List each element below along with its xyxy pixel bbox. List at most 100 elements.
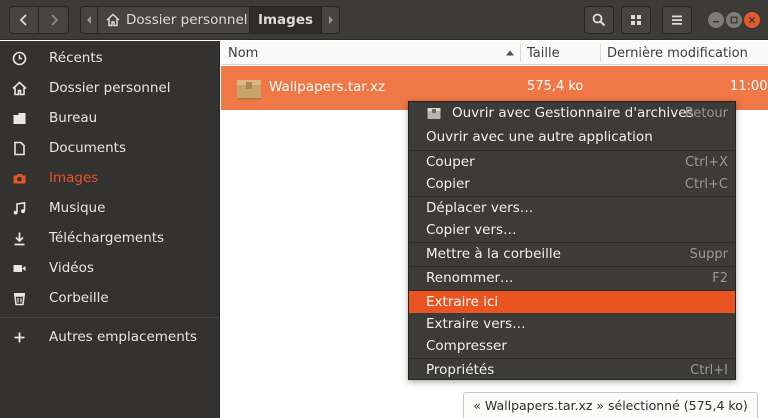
sidebar-item-videos[interactable]: Vidéos (0, 253, 219, 283)
sidebar-item-label: Bureau (49, 110, 98, 126)
menu-item-copy[interactable]: Copier Ctrl+C (409, 173, 735, 195)
sidebar-item-desktop[interactable]: Bureau (0, 103, 219, 133)
menu-item-label: Couper (426, 154, 475, 170)
file-name: Wallpapers.tar.xz (269, 79, 386, 95)
column-size[interactable]: Taille (527, 41, 560, 65)
menu-item-label: Propriétés (426, 362, 495, 378)
menu-item-label: Ouvrir avec Gestionnaire d'archives (452, 105, 694, 121)
close-icon (748, 16, 756, 24)
path-scroll-left-button[interactable] (80, 6, 98, 34)
menu-item-label: Extraire vers… (426, 316, 526, 332)
camera-icon (11, 170, 27, 186)
file-modified: 11:00 (730, 79, 768, 94)
menu-item-copy-to[interactable]: Copier vers… (409, 219, 735, 241)
plus-icon (11, 329, 27, 345)
hamburger-menu-icon (672, 15, 682, 25)
menu-item-open-archive-manager[interactable]: Ouvrir avec Gestionnaire d'archives Reto… (409, 102, 735, 124)
home-icon (106, 13, 120, 27)
sidebar-item-documents[interactable]: Documents (0, 133, 219, 163)
path-home-label: Dossier personnel (126, 12, 248, 28)
path-home-button[interactable]: Dossier personnel (98, 6, 250, 34)
triangle-left-icon (87, 16, 91, 24)
sidebar-item-home[interactable]: Dossier personnel (0, 73, 219, 103)
archive-manager-icon (427, 108, 441, 119)
sidebar-item-music[interactable]: Musique (0, 193, 219, 223)
menu-item-label: Ouvrir avec une autre application (426, 129, 653, 145)
sidebar-item-trash[interactable]: Corbeille (0, 283, 219, 313)
menu-item-extract-to[interactable]: Extraire vers… (409, 313, 735, 335)
menu-item-label: Mettre à la corbeille (426, 246, 561, 262)
column-divider (600, 44, 601, 62)
trash-icon (11, 290, 27, 306)
triangle-right-icon (328, 16, 333, 24)
sidebar-item-recents[interactable]: Récents (0, 43, 219, 73)
close-button[interactable] (744, 12, 760, 28)
sidebar-item-other-locations[interactable]: Autres emplacements (0, 322, 219, 352)
view-mode-button[interactable] (621, 6, 651, 34)
sidebar-item-label: Vidéos (49, 260, 94, 276)
menu-item-label: Compresser (426, 338, 507, 354)
menu-item-compress[interactable]: Compresser (409, 335, 735, 357)
sidebar-item-label: Téléchargements (49, 230, 165, 246)
document-icon (11, 140, 27, 156)
chevron-left-icon (19, 14, 27, 26)
minimize-icon (713, 21, 719, 23)
sidebar-item-label: Musique (49, 200, 106, 216)
desktop-folder-icon (11, 110, 27, 126)
back-button[interactable] (9, 6, 39, 34)
menu-item-open-other-app[interactable]: Ouvrir avec une autre application (409, 126, 735, 148)
search-icon (592, 13, 606, 27)
search-button[interactable] (584, 6, 614, 34)
menu-item-shortcut: Ctrl+C (684, 176, 728, 192)
home-icon (11, 80, 27, 96)
chevron-right-icon (50, 14, 58, 26)
menu-item-extract-here[interactable]: Extraire ici (409, 291, 735, 313)
menu-item-label: Renommer… (426, 270, 514, 286)
sidebar-item-label: Récents (49, 50, 103, 66)
file-size: 575,4 ko (527, 79, 584, 94)
menu-item-cut[interactable]: Couper Ctrl+X (409, 151, 735, 173)
column-name[interactable]: Nom (228, 41, 518, 65)
music-icon (11, 200, 27, 216)
menu-item-shortcut: Ctrl+I (690, 362, 728, 378)
context-menu: Ouvrir avec Gestionnaire d'archives Reto… (408, 101, 736, 380)
maximize-button[interactable] (726, 12, 742, 28)
app-menu-button[interactable] (662, 6, 692, 34)
download-icon (11, 230, 27, 246)
sidebar-item-label: Autres emplacements (49, 329, 198, 345)
sidebar-item-label: Dossier personnel (49, 80, 171, 96)
forward-button[interactable] (39, 6, 69, 34)
menu-item-move-to[interactable]: Déplacer vers… (409, 197, 735, 219)
video-icon (11, 260, 27, 276)
path-images-label: Images (257, 12, 314, 28)
archive-icon (237, 80, 261, 100)
menu-item-label: Déplacer vers… (426, 200, 534, 216)
path-images-button[interactable]: Images (250, 6, 322, 34)
clock-icon (11, 50, 27, 66)
sidebar-item-label: Images (49, 170, 99, 186)
menu-item-rename[interactable]: Renommer… F2 (409, 267, 735, 289)
column-modified[interactable]: Dernière modification (607, 41, 748, 65)
sidebar-separator (0, 317, 219, 318)
path-scroll-right-button[interactable] (322, 6, 340, 34)
column-name-label: Nom (228, 45, 259, 61)
menu-item-label: Copier (426, 176, 470, 192)
sidebar-item-downloads[interactable]: Téléchargements (0, 223, 219, 253)
column-header: Nom Taille Dernière modification (221, 41, 768, 65)
sidebar-item-images[interactable]: Images (0, 163, 219, 193)
sidebar-item-label: Documents (49, 140, 126, 156)
column-divider (520, 44, 521, 62)
column-modified-label: Dernière modification (607, 45, 748, 61)
sidebar-item-label: Corbeille (49, 290, 109, 306)
minimize-button[interactable] (708, 12, 724, 28)
maximize-icon (730, 16, 738, 24)
menu-item-shortcut: Suppr (689, 246, 728, 262)
menu-item-shortcut: Ctrl+X (685, 154, 728, 170)
menu-item-shortcut: Retour (684, 105, 728, 121)
menu-item-shortcut: F2 (712, 270, 728, 286)
column-size-label: Taille (527, 45, 560, 61)
menu-item-label: Copier vers… (426, 222, 517, 238)
menu-item-properties[interactable]: Propriétés Ctrl+I (409, 359, 735, 381)
menu-item-move-to-trash[interactable]: Mettre à la corbeille Suppr (409, 243, 735, 265)
menu-item-label: Extraire ici (426, 294, 499, 310)
